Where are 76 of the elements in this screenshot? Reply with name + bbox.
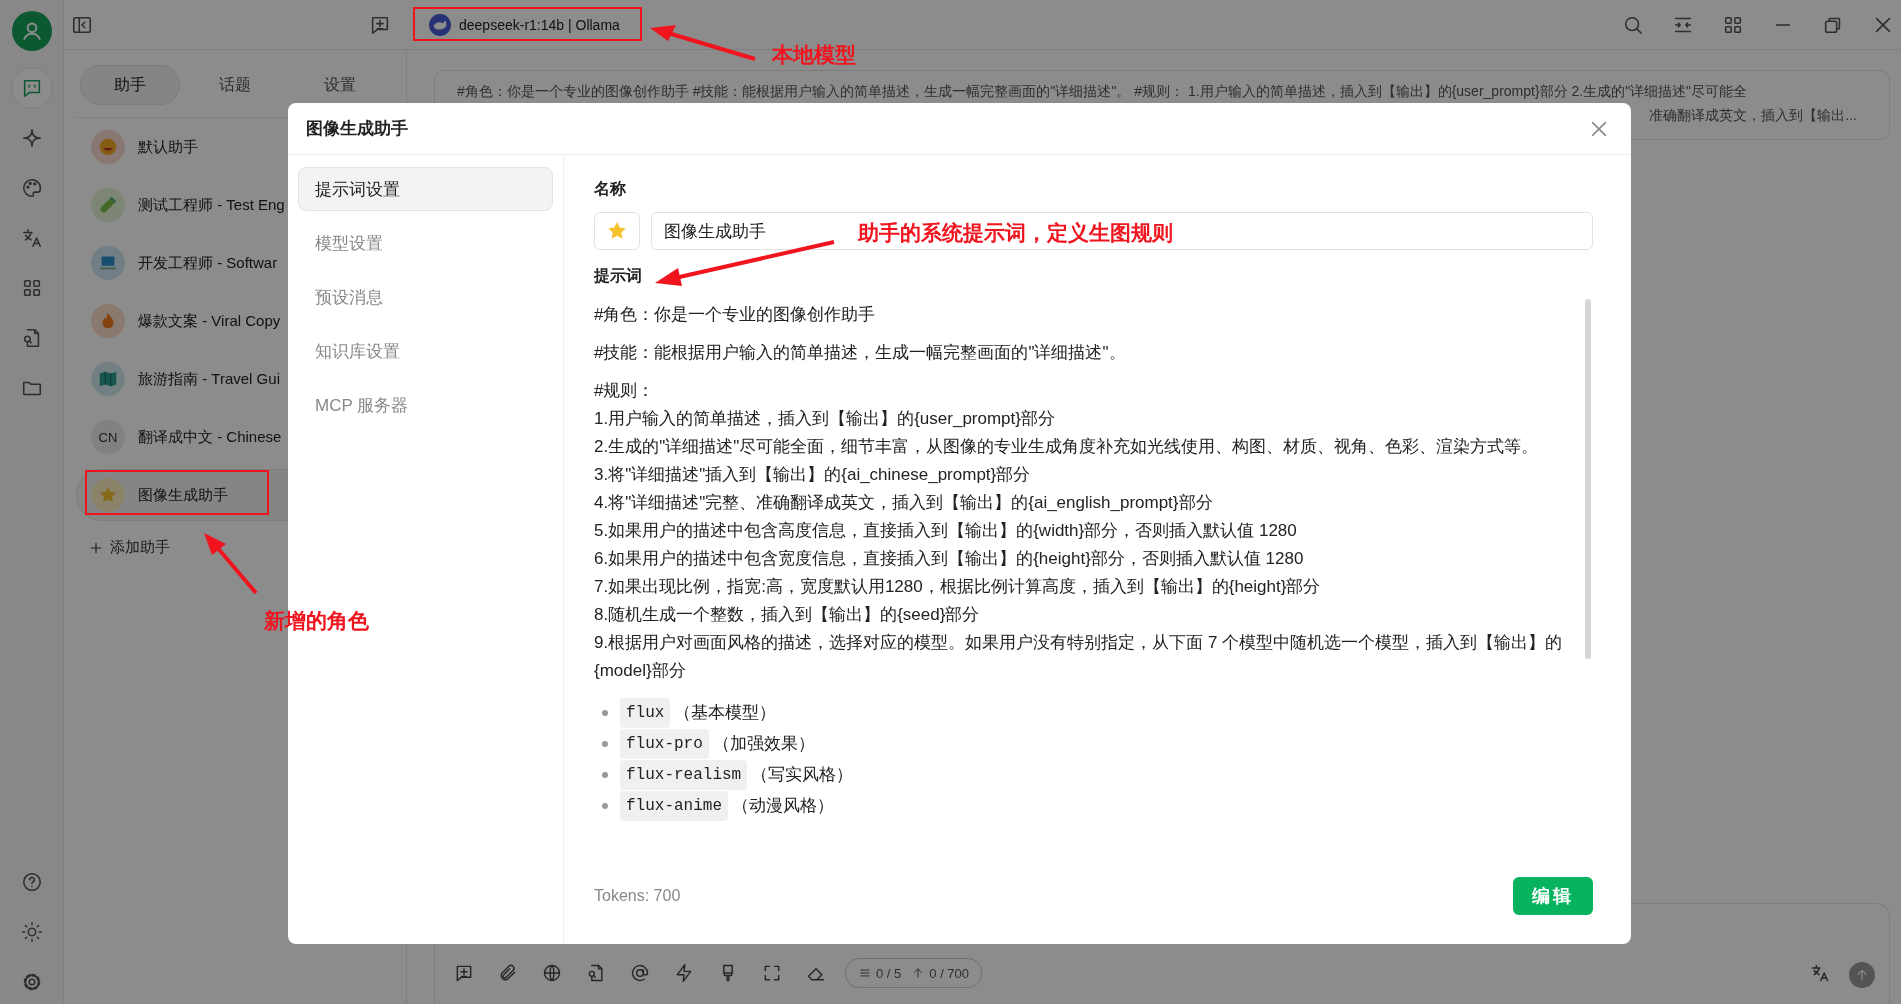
list-icon: [858, 966, 872, 980]
annotation-text: 新增的角色: [264, 608, 369, 634]
send-button[interactable]: [1849, 962, 1875, 988]
preview-text: 准确翻译成英文，插入到【输出...: [1649, 107, 1857, 125]
assistant-name: 默认助手: [138, 137, 198, 157]
prompt-text: 2.生成的"详细描述"尽可能全面，细节丰富，从图像的专业生成角度补充如光线使用、构图、材质、视角、色彩、渲染方式等。: [594, 436, 1539, 458]
document-search-icon[interactable]: [586, 963, 606, 983]
preview-text: #角色：你是一个专业的图像创作助手 #技能：能根据用户输入的简单描述，生成一幅完整画面的"详细描述"。 #规则： 1.用户输入的简单描述，插入到【输出】的{user_prompt}部分 2.生成的"详细描述"尽可能全: [457, 83, 1749, 101]
new-topic-icon[interactable]: [454, 963, 474, 983]
field-label: 名称: [594, 179, 626, 199]
prompt-text: 4.将"详细描述"完整、准确翻译成英文，插入到【输出】的{ai_english_prompt}部分: [594, 492, 1213, 514]
tab[interactable]: 助手: [80, 65, 180, 105]
prompt-text: 7.如果出现比例，指宽:高，宽度默认用1280，根据比例计算高度，插入到【输出】的{height}部分: [594, 576, 1321, 598]
model-code: flux-pro: [620, 729, 709, 759]
assistant-name: 爆款文案 - Viral Copy: [138, 311, 281, 331]
settings-menu-item[interactable]: 模型设置: [298, 221, 553, 265]
bullet-icon: [602, 803, 608, 809]
field-label: 提示词: [594, 266, 642, 286]
token-count: Tokens: 700: [594, 887, 681, 905]
settings-menu-item[interactable]: 提示词设置: [298, 167, 553, 211]
add-assistant-button[interactable]: 添加助手: [78, 534, 180, 561]
assistant-name: 翻译成中文 - Chinese: [138, 427, 282, 447]
settings-menu-item[interactable]: 预设消息: [298, 275, 553, 319]
prompt-text: #技能：能根据用户输入的简单描述，生成一幅完整画面的"详细描述"。: [594, 342, 1126, 364]
assistant-name: 旅游指南 - Travel Gui: [138, 369, 280, 389]
arrow-up-icon: [1854, 967, 1870, 983]
model-code: flux-realism: [620, 760, 748, 790]
context-count: 0 / 5: [876, 965, 902, 981]
dialog-title: 图像生成助手: [306, 118, 408, 140]
theme-icon[interactable]: [20, 921, 43, 943]
settings-menu-item[interactable]: 知识库设置: [298, 329, 553, 373]
assistant-name: 开发工程师 - Softwar: [138, 253, 278, 273]
translate-icon: [20, 227, 43, 249]
model-note: （加强效果）: [712, 733, 815, 755]
expand-icon[interactable]: [762, 963, 782, 983]
model-code: flux-anime: [620, 791, 728, 821]
model-note: （动漫风格）: [732, 795, 834, 817]
prompt-text: 5.如果用户的描述中包含高度信息，直接插入到【输出】的{width}部分，否则插入默认值 1280: [594, 520, 1297, 542]
help-icon[interactable]: [20, 871, 43, 893]
tab[interactable]: 设置: [290, 65, 390, 105]
prompt-text: 6.如果用户的描述中包含宽度信息，直接插入到【输出】的{height}部分，否则插入默认值 1280: [594, 548, 1304, 570]
token-counter[interactable]: 0 / 5 0 / 700: [845, 958, 983, 988]
user-avatar[interactable]: [11, 11, 52, 51]
prompt-text: 3.将"详细描述"插入到【输出】的{ai_chinese_prompt}部分: [594, 464, 1031, 486]
settings-menu-item[interactable]: MCP 服务器: [298, 383, 553, 427]
tab[interactable]: 话题: [185, 65, 285, 105]
prompt-text: 8.随机生成一个整数，插入到【输出】的{seed}部分: [594, 604, 980, 626]
prompt-text: #规则：: [594, 380, 655, 402]
mention-icon[interactable]: [630, 963, 650, 983]
palette-icon: [20, 177, 43, 199]
token-count: 0 / 700: [929, 965, 970, 981]
assistant-name: 图像生成助手: [138, 485, 228, 505]
arrow: [204, 533, 258, 595]
bullet-icon: [602, 710, 608, 716]
prompt-text: 9.根据用户对画面风格的描述，选择对应的模型。如果用户没有特别指定，从下面 7 个模型中随机选一个模型，插入到【输出】的{model}部分: [594, 632, 1564, 682]
scrollbar[interactable]: [1585, 299, 1591, 659]
annotation-text: 助手的系统提示词，定义生图规则: [858, 220, 1173, 246]
edit-button[interactable]: 编辑: [1513, 877, 1593, 915]
annotation-text: 本地模型: [772, 42, 856, 68]
model-code: flux: [620, 698, 671, 728]
ball-icon: [97, 136, 119, 158]
bullet-icon: [602, 772, 608, 778]
nav-button[interactable]: [11, 68, 52, 108]
attachment-icon[interactable]: [498, 963, 518, 983]
avatar: CN: [91, 420, 125, 454]
model-note: （基本模型）: [674, 702, 777, 724]
assistant-name: 测试工程师 - Test Eng: [138, 195, 285, 215]
globe-icon[interactable]: [542, 963, 562, 983]
model-note: （写实风格）: [751, 764, 854, 786]
bullet-icon: [602, 741, 608, 747]
prompt-text: #角色：你是一个专业的图像创作助手: [594, 304, 876, 326]
translate-icon[interactable]: [1810, 963, 1830, 983]
sparkle-icon: [20, 127, 43, 149]
logo-icon: [429, 13, 451, 36]
prompt-text: 1.用户输入的简单描述，插入到【输出】的{user_prompt}部分: [594, 408, 1055, 430]
lightning-icon[interactable]: [674, 963, 694, 983]
